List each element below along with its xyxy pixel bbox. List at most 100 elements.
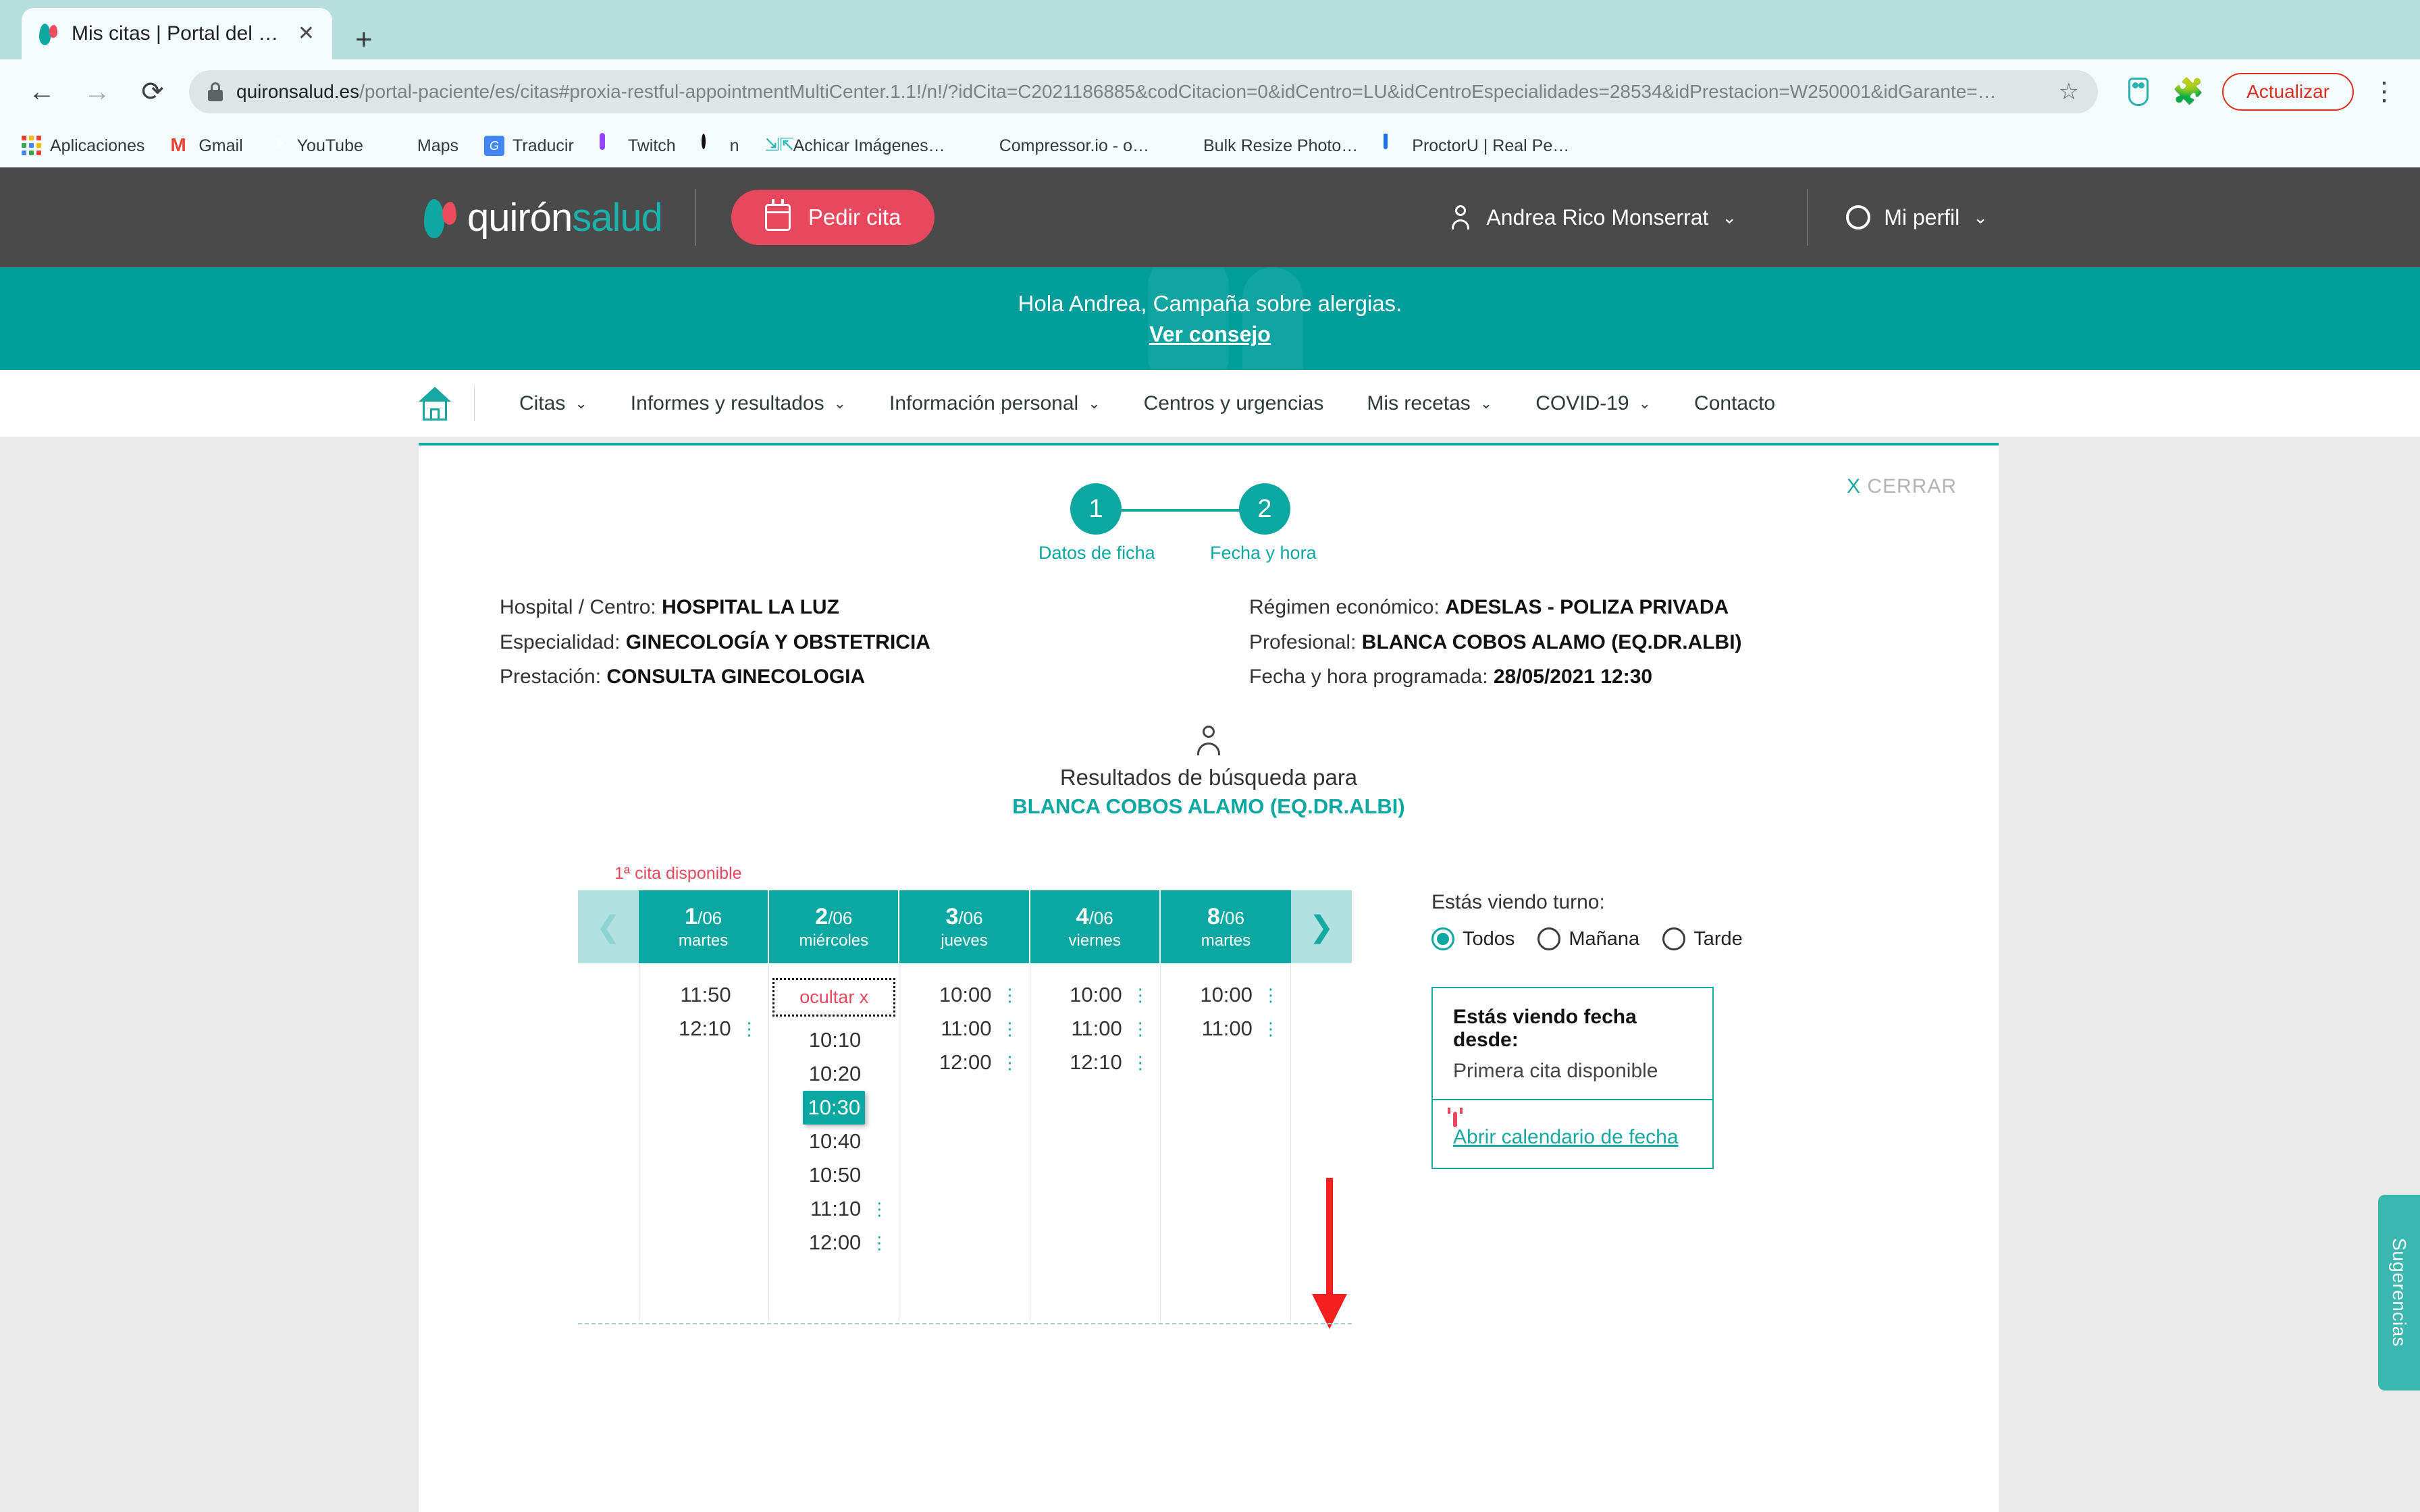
slot-menu-icon[interactable]: ⋮	[1132, 986, 1149, 1004]
nav-item-centros-y-urgencias[interactable]: Centros y urgencias	[1122, 392, 1346, 415]
radio-button-icon[interactable]	[1537, 927, 1561, 950]
nav-label: Contacto	[1694, 392, 1776, 414]
update-button[interactable]: Actualizar	[2222, 73, 2354, 111]
slot-menu-icon[interactable]: ⋮	[1001, 1020, 1019, 1037]
slot-menu-icon[interactable]: ⋮	[1262, 1020, 1280, 1037]
bookmark-n[interactable]: n	[701, 134, 739, 156]
time-slot[interactable]: 11:50⋮	[639, 978, 768, 1012]
time-slot[interactable]: 11:10 ⋮	[769, 1192, 899, 1226]
close-tab-icon[interactable]: ✕	[298, 24, 315, 44]
nav-item-contacto[interactable]: Contacto	[1673, 392, 1797, 415]
time-slot[interactable]: 11:00 ⋮	[899, 1012, 1029, 1046]
time-slot[interactable]: 10:00 ⋮	[1161, 978, 1290, 1012]
time-slot[interactable]: 11:00 ⋮	[1161, 1012, 1290, 1046]
day-header[interactable]: 4/06 viernes	[1030, 890, 1161, 963]
user-name: Andrea Rico Monserrat	[1486, 205, 1709, 230]
browser-menu-icon[interactable]: ⋮	[2371, 79, 2397, 105]
main-navigation: Citas ⌄ Informes y resultados ⌄ Informació…	[0, 370, 2420, 437]
owl-extension-icon[interactable]	[2122, 76, 2155, 108]
radio-todos[interactable]: Todos	[1431, 927, 1515, 950]
nav-item-informacion-personal[interactable]: Información personal ⌄	[868, 392, 1122, 415]
slot-menu-icon[interactable]: ⋮	[1132, 1020, 1149, 1037]
time-slot[interactable]: 12:10 ⋮	[639, 1012, 768, 1046]
hide-slots-button[interactable]: ocultar x	[772, 978, 896, 1017]
slot-menu-icon[interactable]: ⋮	[1262, 986, 1280, 1004]
time-slot-selected[interactable]: 10:30	[803, 1091, 866, 1125]
promo-link[interactable]: Ver consejo	[1149, 322, 1271, 347]
slot-menu-icon[interactable]: ⋮	[741, 1020, 758, 1037]
day-column-8-06: 8/06 martes 10:00 ⋮ 11:00 ⋮	[1160, 890, 1292, 1321]
step-2-circle[interactable]: 2	[1239, 483, 1290, 535]
user-menu[interactable]: Andrea Rico Monserrat ⌄	[1450, 205, 1737, 230]
forward-icon[interactable]: →	[78, 73, 116, 111]
slot-menu-icon[interactable]: ⋮	[870, 1234, 888, 1251]
prev-days-button[interactable]: ❮	[578, 890, 639, 963]
bookmark-maps[interactable]: Maps	[389, 136, 458, 156]
bookmarks-bar: Aplicaciones M Gmail YouTube Maps G Trad…	[0, 124, 2420, 167]
slot-menu-icon[interactable]: ⋮	[1001, 1054, 1019, 1071]
bookmark-aplicaciones[interactable]: Aplicaciones	[22, 136, 144, 156]
bookmark-bulk-resize[interactable]: Bulk Resize Photo…	[1175, 136, 1358, 156]
day-header[interactable]: 8/06 martes	[1160, 890, 1292, 963]
radio-tarde[interactable]: Tarde	[1662, 927, 1743, 950]
detail-value: ADESLAS - POLIZA PRIVADA	[1445, 596, 1729, 618]
time-slot[interactable]: 10:10⋮	[769, 1023, 899, 1057]
radio-manana[interactable]: Mañana	[1537, 927, 1639, 950]
step-1[interactable]: 1 Datos de ficha	[1038, 483, 1155, 564]
profile-menu[interactable]: Mi perfil ⌄	[1846, 205, 1988, 230]
tab-title: Mis citas | Portal del paciente	[72, 22, 286, 45]
time-slot[interactable]: 10:50⋮	[769, 1158, 899, 1192]
open-calendar-link[interactable]: Abrir calendario de fecha	[1453, 1126, 1692, 1149]
day-header[interactable]: 3/06 jueves	[899, 890, 1030, 963]
open-calendar-row[interactable]: Abrir calendario de fecha	[1433, 1099, 1712, 1168]
quironsalud-favicon-icon	[39, 22, 59, 45]
slot-menu-icon[interactable]: ⋮	[870, 1200, 888, 1218]
extensions-puzzle-icon[interactable]: 🧩	[2172, 76, 2205, 108]
bookmark-proctoru[interactable]: ProctorU | Real Pe…	[1384, 134, 1569, 156]
day-header[interactable]: 1/06 martes	[639, 890, 770, 963]
reload-icon[interactable]: ⟳	[134, 73, 172, 111]
browser-tab[interactable]: Mis citas | Portal del paciente ✕	[22, 8, 332, 59]
nav-item-covid-19[interactable]: COVID-19 ⌄	[1514, 392, 1673, 415]
slot-menu-icon[interactable]: ⋮	[1001, 986, 1019, 1004]
time-slot[interactable]: 11:00 ⋮	[1030, 1012, 1160, 1046]
bookmark-twitch[interactable]: Twitch	[599, 133, 676, 156]
radio-button-icon[interactable]	[1662, 927, 1686, 950]
radio-button-icon[interactable]	[1431, 927, 1454, 950]
new-tab-button[interactable]: +	[355, 24, 373, 55]
bookmark-youtube[interactable]: YouTube	[269, 136, 363, 156]
time-slot[interactable]: 12:00 ⋮	[769, 1226, 899, 1260]
bookmark-star-icon[interactable]: ☆	[2059, 78, 2079, 105]
slot-time: 10:00	[1070, 983, 1122, 1006]
detail-profesional: Profesional: BLANCA COBOS ALAMO (EQ.DR.A…	[1249, 625, 1918, 660]
bookmark-gmail[interactable]: M Gmail	[170, 136, 242, 156]
bookmark-traducir[interactable]: G Traducir	[484, 136, 574, 156]
close-card-button[interactable]: X CERRAR	[1847, 475, 1957, 498]
step-2[interactable]: 2 Fecha y hora	[1210, 483, 1317, 564]
time-slot[interactable]: 10:00 ⋮	[899, 978, 1029, 1012]
nav-item-informes-y-resultados[interactable]: Informes y resultados ⌄	[609, 392, 868, 415]
pedir-cita-label: Pedir cita	[808, 205, 901, 230]
slot-menu-icon[interactable]: ⋮	[1132, 1054, 1149, 1071]
home-icon[interactable]	[419, 386, 451, 421]
time-slot[interactable]: 10:40⋮	[769, 1125, 899, 1158]
day-header[interactable]: 2/06 miércoles	[769, 890, 900, 963]
back-icon[interactable]: ←	[23, 73, 61, 111]
bookmark-compressor[interactable]: Compressor.io - o…	[971, 136, 1149, 156]
next-days-button[interactable]: ❯	[1291, 890, 1352, 963]
quironsalud-logo[interactable]: quirónsalud	[424, 195, 663, 240]
suggestions-tab[interactable]: Sugerencias	[2378, 1195, 2420, 1390]
pedir-cita-button[interactable]: Pedir cita	[731, 190, 935, 245]
turn-filter-label: Estás viendo turno:	[1431, 891, 1605, 913]
time-slot[interactable]: 10:20⋮	[769, 1057, 899, 1091]
day-number: 3	[945, 903, 959, 929]
nav-item-mis-recetas[interactable]: Mis recetas ⌄	[1345, 392, 1514, 415]
time-slot[interactable]: 10:00 ⋮	[1030, 978, 1160, 1012]
time-slot[interactable]: 12:10 ⋮	[1030, 1046, 1160, 1079]
step-1-circle[interactable]: 1	[1070, 483, 1122, 535]
day-date: 4/06	[1076, 904, 1113, 930]
time-slot[interactable]: 12:00 ⋮	[899, 1046, 1029, 1079]
bookmark-achicar-imagenes[interactable]: ⇲⇱ Achicar Imágenes…	[765, 136, 945, 156]
nav-item-citas[interactable]: Citas ⌄	[498, 392, 609, 415]
address-bar[interactable]: quironsalud.es/portal-paciente/es/citas#…	[189, 70, 2099, 113]
